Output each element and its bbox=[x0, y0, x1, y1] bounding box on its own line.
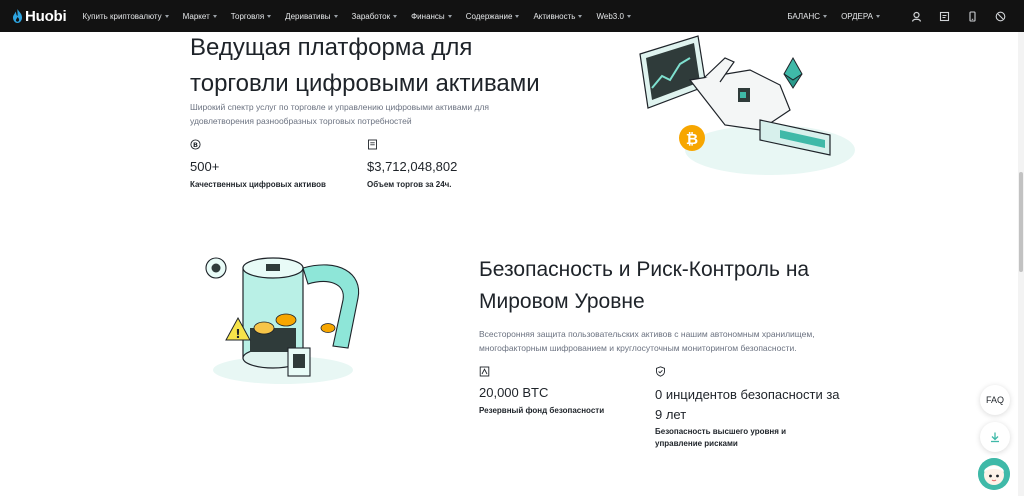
stat-incidents-label: Безопасность высшего уровня и управление… bbox=[655, 427, 787, 448]
menu-finance[interactable]: Финансы bbox=[411, 12, 452, 21]
chevron-down-icon bbox=[267, 14, 272, 18]
menu-label: Web3.0 bbox=[596, 11, 624, 21]
shield-icon bbox=[656, 366, 665, 377]
faq-label: FAQ bbox=[985, 395, 1004, 405]
download-icon bbox=[991, 432, 999, 443]
section1-title: Ведущая платформа для торговли цифровыми… bbox=[190, 34, 540, 97]
stat-reserve-label: Резервный фонд безопасности bbox=[479, 406, 605, 415]
bitcoin-icon: B bbox=[190, 139, 201, 150]
menu-label: БАЛАНС bbox=[787, 11, 821, 21]
language-icon[interactable] bbox=[994, 10, 1006, 22]
download-button[interactable] bbox=[980, 422, 1010, 452]
chevron-down-icon bbox=[447, 14, 452, 18]
scrollbar-thumb[interactable] bbox=[1019, 172, 1023, 272]
notification-icon[interactable] bbox=[938, 10, 950, 22]
menu-label: Активность bbox=[533, 11, 576, 21]
stat-incidents-value: 0 инцидентов безопасности за 9 лет bbox=[655, 387, 840, 422]
chevron-down-icon bbox=[876, 14, 880, 18]
chevron-down-icon bbox=[578, 14, 583, 18]
menu-label: Финансы bbox=[411, 11, 445, 21]
top-nav: Huobi Купить криптовалюту Маркет Торговл… bbox=[0, 0, 1024, 32]
reserve-icon bbox=[479, 366, 490, 377]
menu-label: Содержание bbox=[465, 11, 513, 21]
mobile-download-icon[interactable] bbox=[966, 10, 978, 22]
nav-right: БАЛАНС ОРДЕРА bbox=[787, 0, 1006, 32]
chevron-down-icon bbox=[333, 14, 338, 18]
chevron-down-icon bbox=[164, 14, 169, 18]
chevron-down-icon bbox=[626, 14, 631, 18]
svg-text:!: ! bbox=[235, 327, 240, 341]
trading-hand-illustration: ₿ bbox=[639, 35, 855, 175]
svg-text:₿: ₿ bbox=[686, 130, 698, 148]
menu-label: Торговля bbox=[230, 11, 265, 21]
logo-text: Huobi bbox=[25, 7, 67, 25]
document-icon bbox=[368, 139, 377, 150]
chevron-down-icon bbox=[212, 14, 217, 18]
svg-text:B: B bbox=[193, 141, 198, 149]
huobi-logo[interactable]: Huobi bbox=[12, 8, 67, 25]
main-menu: Купить криптовалюту Маркет Торговля Дери… bbox=[83, 12, 645, 21]
menu-buy-crypto[interactable]: Купить криптовалюту bbox=[83, 12, 169, 21]
menu-label: Заработок bbox=[351, 11, 391, 21]
menu-content[interactable]: Содержание bbox=[466, 12, 520, 21]
stat-volume-value: $3,712,048,802 bbox=[367, 159, 458, 174]
menu-market[interactable]: Маркет bbox=[183, 12, 217, 21]
stat-assets-label: Качественных цифровых активов bbox=[190, 180, 326, 189]
support-avatar-button[interactable] bbox=[978, 458, 1010, 490]
section2-description: Всесторонняя защита пользовательских акт… bbox=[479, 329, 815, 353]
chevron-down-icon bbox=[823, 14, 828, 18]
user-icon[interactable] bbox=[910, 10, 922, 22]
menu-label: Купить криптовалюту bbox=[82, 11, 162, 21]
page-scrollbar[interactable] bbox=[1018, 32, 1024, 496]
menu-trade[interactable]: Торговля bbox=[230, 11, 272, 21]
stat-assets-value: 500+ bbox=[190, 159, 220, 174]
menu-label: Деривативы bbox=[285, 11, 331, 21]
section1-description: Широкий спектр услуг по торговле и управ… bbox=[190, 102, 490, 126]
menu-label: ОРДЕРА bbox=[841, 11, 873, 21]
menu-balance[interactable]: БАЛАНС bbox=[787, 11, 828, 21]
menu-label: Маркет bbox=[182, 11, 210, 21]
section2-title: Безопасность и Риск-Контроль на Мировом … bbox=[479, 258, 810, 313]
support-avatar-icon bbox=[978, 458, 1010, 490]
menu-web3[interactable]: Web3.0 bbox=[596, 11, 631, 21]
security-vault-illustration: ! bbox=[205, 257, 360, 384]
chevron-down-icon bbox=[515, 14, 520, 18]
menu-activity[interactable]: Активность bbox=[533, 11, 583, 21]
stat-reserve-value: 20,000 BTC bbox=[479, 385, 549, 400]
menu-orders[interactable]: ОРДЕРА bbox=[841, 12, 880, 21]
huobi-flame-icon bbox=[13, 9, 22, 23]
faq-button[interactable]: FAQ bbox=[980, 385, 1010, 415]
stat-volume-label: Объем торгов за 24ч. bbox=[367, 180, 452, 189]
menu-earn[interactable]: Заработок bbox=[352, 12, 398, 21]
menu-derivatives[interactable]: Деривативы bbox=[285, 11, 338, 21]
chevron-down-icon bbox=[393, 14, 398, 18]
